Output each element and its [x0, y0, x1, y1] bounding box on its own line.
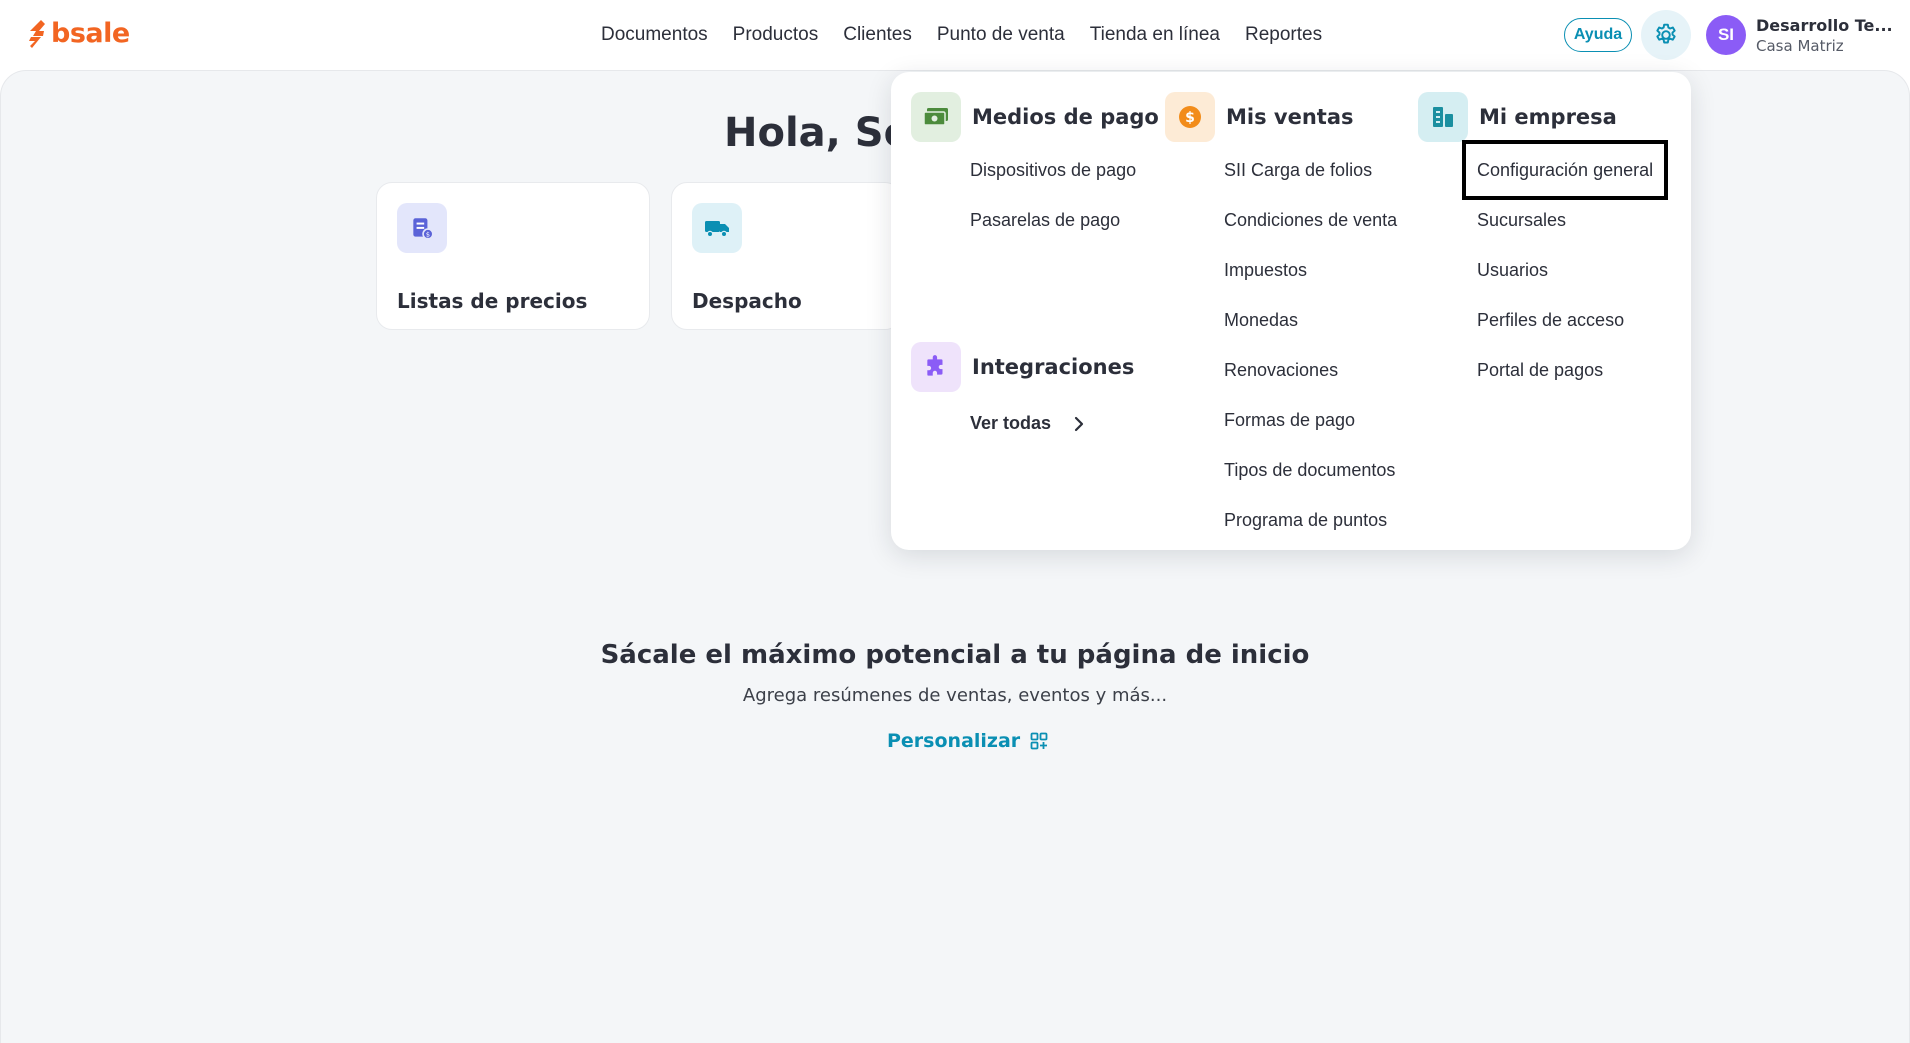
nav-tienda-en-linea[interactable]: Tienda en línea: [1090, 22, 1220, 48]
menu-item-perfiles-de-acceso[interactable]: Perfiles de acceso: [1477, 308, 1624, 332]
menu-item-usuarios[interactable]: Usuarios: [1477, 258, 1548, 282]
menu-item-renovaciones[interactable]: Renovaciones: [1224, 358, 1338, 382]
bsale-logo-icon: [29, 19, 45, 48]
menu-item-dispositivos-de-pago[interactable]: Dispositivos de pago: [970, 158, 1136, 182]
nav-reportes[interactable]: Reportes: [1245, 22, 1322, 48]
menu-section-title: Medios de pago: [972, 105, 1159, 129]
nav-punto-de-venta[interactable]: Punto de venta: [937, 22, 1065, 48]
menu-section-mi-empresa: Mi empresa: [1418, 92, 1617, 142]
dollar-coin-icon: $: [1165, 92, 1215, 142]
see-all-integrations-link[interactable]: Ver todas: [970, 413, 1085, 434]
see-all-label: Ver todas: [970, 413, 1052, 433]
personalize-label: Personalizar: [887, 730, 1021, 752]
top-bar: bsale Documentos Productos Clientes Punt…: [0, 0, 1910, 70]
settings-dropdown-menu: Medios de pago Dispositivos de pago Pasa…: [891, 72, 1691, 550]
bsale-logo-text: bsale: [51, 18, 130, 49]
user-avatar[interactable]: SI: [1706, 15, 1746, 55]
user-name[interactable]: Desarrollo Te...: [1756, 16, 1893, 35]
nav-clientes[interactable]: Clientes: [843, 22, 912, 48]
gear-icon: [1656, 23, 1676, 44]
promo-title: Sácale el máximo potencial a tu página d…: [600, 640, 1310, 670]
money-icon: [911, 92, 961, 142]
menu-item-sii-carga-de-folios[interactable]: SII Carga de folios: [1224, 158, 1372, 182]
menu-section-title: Mis ventas: [1226, 105, 1354, 129]
menu-item-monedas[interactable]: Monedas: [1224, 308, 1298, 332]
menu-item-formas-de-pago[interactable]: Formas de pago: [1224, 408, 1355, 432]
promo-subtitle: Agrega resúmenes de ventas, eventos y má…: [742, 685, 1168, 706]
personalize-button[interactable]: Personalizar: [887, 730, 1048, 752]
card-title: Listas de precios: [397, 289, 588, 313]
settings-button[interactable]: [1641, 10, 1691, 60]
user-branch: Casa Matriz: [1756, 37, 1844, 55]
building-icon: [1418, 92, 1468, 142]
puzzle-icon: [911, 342, 961, 392]
card-despacho[interactable]: Despacho: [671, 182, 901, 330]
help-button[interactable]: Ayuda: [1564, 18, 1632, 52]
price-list-icon: $: [397, 203, 447, 253]
menu-item-programa-de-puntos[interactable]: Programa de puntos: [1224, 508, 1387, 532]
svg-text:$: $: [426, 231, 430, 239]
menu-item-sucursales[interactable]: Sucursales: [1477, 208, 1566, 232]
nav-productos[interactable]: Productos: [733, 22, 819, 48]
menu-section-title: Mi empresa: [1479, 105, 1617, 129]
menu-section-title: Integraciones: [972, 355, 1135, 379]
bsale-logo[interactable]: bsale: [27, 18, 130, 49]
menu-section-medios-de-pago: Medios de pago: [911, 92, 1159, 142]
menu-item-portal-de-pagos[interactable]: Portal de pagos: [1477, 358, 1603, 382]
main-nav: Documentos Productos Clientes Punto de v…: [601, 22, 1347, 48]
menu-section-integraciones: Integraciones: [911, 342, 1134, 392]
menu-item-tipos-de-documentos[interactable]: Tipos de documentos: [1224, 458, 1395, 482]
nav-documentos[interactable]: Documentos: [601, 22, 708, 48]
menu-item-impuestos[interactable]: Impuestos: [1224, 258, 1307, 282]
card-title: Despacho: [692, 289, 802, 313]
chevron-right-icon: [1074, 416, 1084, 431]
menu-item-condiciones-de-venta[interactable]: Condiciones de venta: [1224, 208, 1397, 232]
menu-item-configuracion-general[interactable]: Configuración general: [1477, 158, 1653, 182]
svg-text:$: $: [1185, 110, 1195, 126]
menu-item-pasarelas-de-pago[interactable]: Pasarelas de pago: [970, 208, 1120, 232]
card-listas-de-precios[interactable]: $ Listas de precios: [376, 182, 650, 330]
menu-section-mis-ventas: $ Mis ventas: [1165, 92, 1354, 142]
truck-icon: [692, 203, 742, 253]
grid-add-icon: [1030, 732, 1048, 750]
